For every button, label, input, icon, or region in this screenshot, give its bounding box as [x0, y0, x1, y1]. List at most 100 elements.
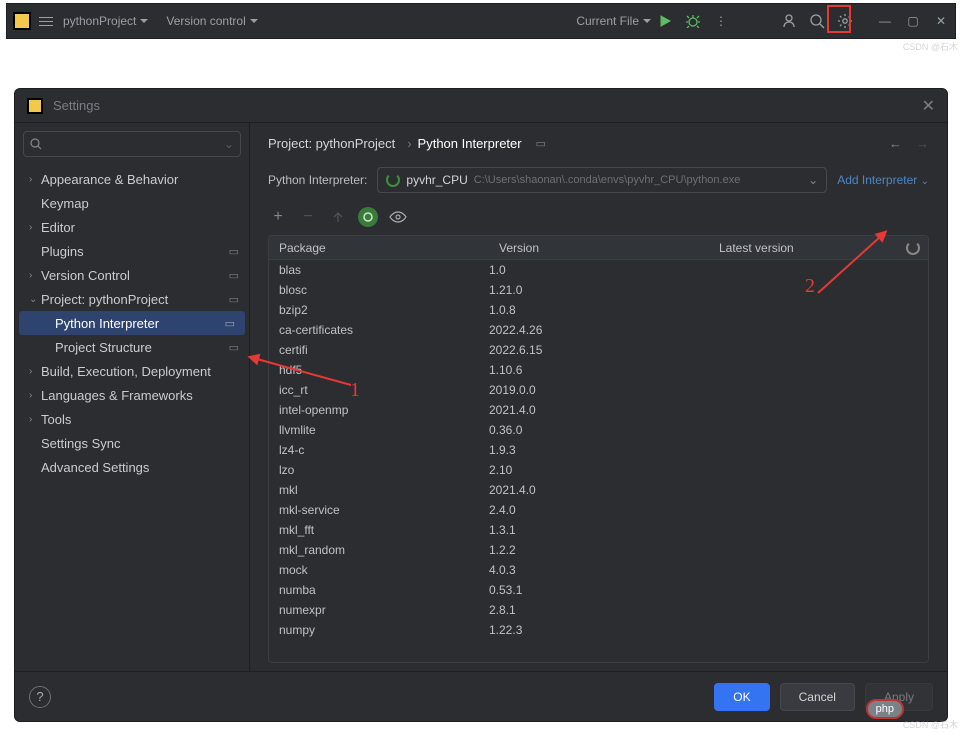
dialog-footer: ? OK Cancel Apply — [15, 671, 947, 721]
module-scope-icon: ▭ — [229, 245, 239, 258]
sidebar-item-label: Build, Execution, Deployment — [41, 364, 211, 379]
cell-version: 1.0.8 — [489, 303, 709, 317]
sidebar-item[interactable]: Project Structure ▭ — [15, 335, 249, 359]
cell-package: intel-openmp — [269, 403, 489, 417]
table-row[interactable]: numba0.53.1 — [269, 580, 928, 600]
sidebar-item[interactable]: ›Editor — [15, 215, 249, 239]
table-row[interactable]: mkl2021.4.0 — [269, 480, 928, 500]
dialog-titlebar: Settings ✕ — [15, 89, 947, 123]
conda-package-toggle[interactable] — [358, 207, 378, 227]
upgrade-package-button[interactable] — [328, 207, 348, 227]
sidebar-item-label: Plugins — [41, 244, 84, 259]
cell-package: mkl_random — [269, 543, 489, 557]
annotation-number-2: 2 — [805, 275, 815, 298]
cell-version: 2019.0.0 — [489, 383, 709, 397]
interpreter-path: C:\Users\shaonan\.conda\envs\pyvhr_CPU\p… — [474, 174, 741, 186]
table-row[interactable]: hdf51.10.6 — [269, 360, 928, 380]
watermark: CSDN @石木 — [903, 40, 958, 53]
cancel-button[interactable]: Cancel — [780, 683, 855, 711]
help-button[interactable]: ? — [29, 686, 51, 708]
col-header-latest: Latest version — [709, 241, 906, 255]
sidebar-item-label: Python Interpreter — [55, 316, 159, 331]
maximize-window-button[interactable]: ▢ — [899, 7, 927, 35]
sidebar-item[interactable]: Python Interpreter▭ — [19, 311, 245, 335]
packages-table[interactable]: Package Version Latest version blas1.0bl… — [269, 236, 928, 662]
watermark: CSDN @石木 — [903, 718, 958, 731]
cell-package: lz4-c — [269, 443, 489, 457]
sidebar-item[interactable]: Settings Sync — [15, 431, 249, 455]
table-row[interactable]: lzo2.10 — [269, 460, 928, 480]
cell-version: 1.2.2 — [489, 543, 709, 557]
sidebar-item[interactable]: Plugins ▭ — [15, 239, 249, 263]
sidebar-item[interactable]: ›Languages & Frameworks — [15, 383, 249, 407]
cell-package: mock — [269, 563, 489, 577]
table-row[interactable]: numexpr2.8.1 — [269, 600, 928, 620]
cell-package: hdf5 — [269, 363, 489, 377]
table-row[interactable]: mkl-service2.4.0 — [269, 500, 928, 520]
pycharm-logo-icon — [27, 98, 43, 114]
dialog-close-button[interactable]: ✕ — [922, 96, 935, 116]
project-dropdown[interactable]: pythonProject — [63, 14, 148, 28]
close-window-button[interactable]: ✕ — [927, 7, 955, 35]
sidebar-item[interactable]: ›Version Control▭ — [15, 263, 249, 287]
table-header: Package Version Latest version — [269, 236, 928, 260]
cell-version: 1.9.3 — [489, 443, 709, 457]
table-row[interactable]: mkl_random1.2.2 — [269, 540, 928, 560]
settings-gear-button[interactable] — [831, 7, 859, 35]
cell-package: certifi — [269, 343, 489, 357]
sidebar-item-label: Settings Sync — [41, 436, 121, 451]
sidebar-item[interactable]: ⌄Project: pythonProject▭ — [15, 287, 249, 311]
sidebar-item[interactable]: Advanced Settings — [15, 455, 249, 479]
show-early-releases-toggle[interactable] — [388, 207, 408, 227]
table-row[interactable]: icc_rt2019.0.0 — [269, 380, 928, 400]
run-config-dropdown[interactable]: Current File — [576, 14, 651, 28]
table-row[interactable]: ca-certificates2022.4.26 — [269, 320, 928, 340]
debug-button[interactable] — [679, 7, 707, 35]
sidebar-item-label: Project Structure — [55, 340, 152, 355]
table-row[interactable]: intel-openmp2021.4.0 — [269, 400, 928, 420]
remove-package-button[interactable]: − — [298, 207, 318, 227]
cell-version: 1.22.3 — [489, 623, 709, 637]
cell-version: 2.10 — [489, 463, 709, 477]
sidebar-item[interactable]: ›Tools — [15, 407, 249, 431]
sidebar-item-label: Project: pythonProject — [41, 292, 168, 307]
table-row[interactable]: llvmlite0.36.0 — [269, 420, 928, 440]
breadcrumb-back-button[interactable]: ← — [889, 136, 902, 151]
table-row[interactable]: certifi2022.6.15 — [269, 340, 928, 360]
sidebar-item[interactable]: ›Appearance & Behavior — [15, 167, 249, 191]
vcs-dropdown[interactable]: Version control — [166, 14, 257, 28]
ok-button[interactable]: OK — [714, 683, 769, 711]
cell-package: lzo — [269, 463, 489, 477]
sidebar-item[interactable]: ›Build, Execution, Deployment — [15, 359, 249, 383]
module-scope-icon: ▭ — [229, 341, 239, 354]
interpreter-dropdown[interactable]: pyvhr_CPU C:\Users\shaonan\.conda\envs\p… — [377, 167, 827, 193]
cell-version: 2022.6.15 — [489, 343, 709, 357]
interpreter-name: pyvhr_CPU — [406, 173, 467, 187]
code-with-me-icon[interactable] — [775, 7, 803, 35]
breadcrumb-forward-button[interactable]: → — [916, 136, 929, 151]
add-package-button[interactable]: + — [268, 207, 288, 227]
table-row[interactable]: mkl_fft1.3.1 — [269, 520, 928, 540]
table-row[interactable]: numpy1.22.3 — [269, 620, 928, 640]
cell-version: 1.10.6 — [489, 363, 709, 377]
table-row[interactable]: bzip21.0.8 — [269, 300, 928, 320]
sidebar-item[interactable]: Keymap — [15, 191, 249, 215]
cell-version: 1.21.0 — [489, 283, 709, 297]
table-row[interactable]: mock4.0.3 — [269, 560, 928, 580]
add-interpreter-link[interactable]: Add Interpreter ⌄ — [837, 173, 929, 187]
run-button[interactable] — [651, 7, 679, 35]
table-row[interactable]: lz4-c1.9.3 — [269, 440, 928, 460]
more-actions-button[interactable]: ⋮ — [707, 7, 735, 35]
table-row[interactable]: blosc1.21.0 — [269, 280, 928, 300]
dialog-title: Settings — [53, 98, 100, 113]
cell-version: 4.0.3 — [489, 563, 709, 577]
cell-package: blas — [269, 263, 489, 277]
breadcrumb-root: Project: pythonProject — [268, 136, 395, 151]
sidebar-item-label: Keymap — [41, 196, 89, 211]
main-menu-button[interactable] — [39, 17, 53, 26]
col-header-version: Version — [489, 241, 709, 255]
table-row[interactable]: blas1.0 — [269, 260, 928, 280]
minimize-window-button[interactable]: — — [871, 7, 899, 35]
search-everywhere-button[interactable] — [803, 7, 831, 35]
settings-search-input[interactable]: ⌄ — [23, 131, 241, 157]
